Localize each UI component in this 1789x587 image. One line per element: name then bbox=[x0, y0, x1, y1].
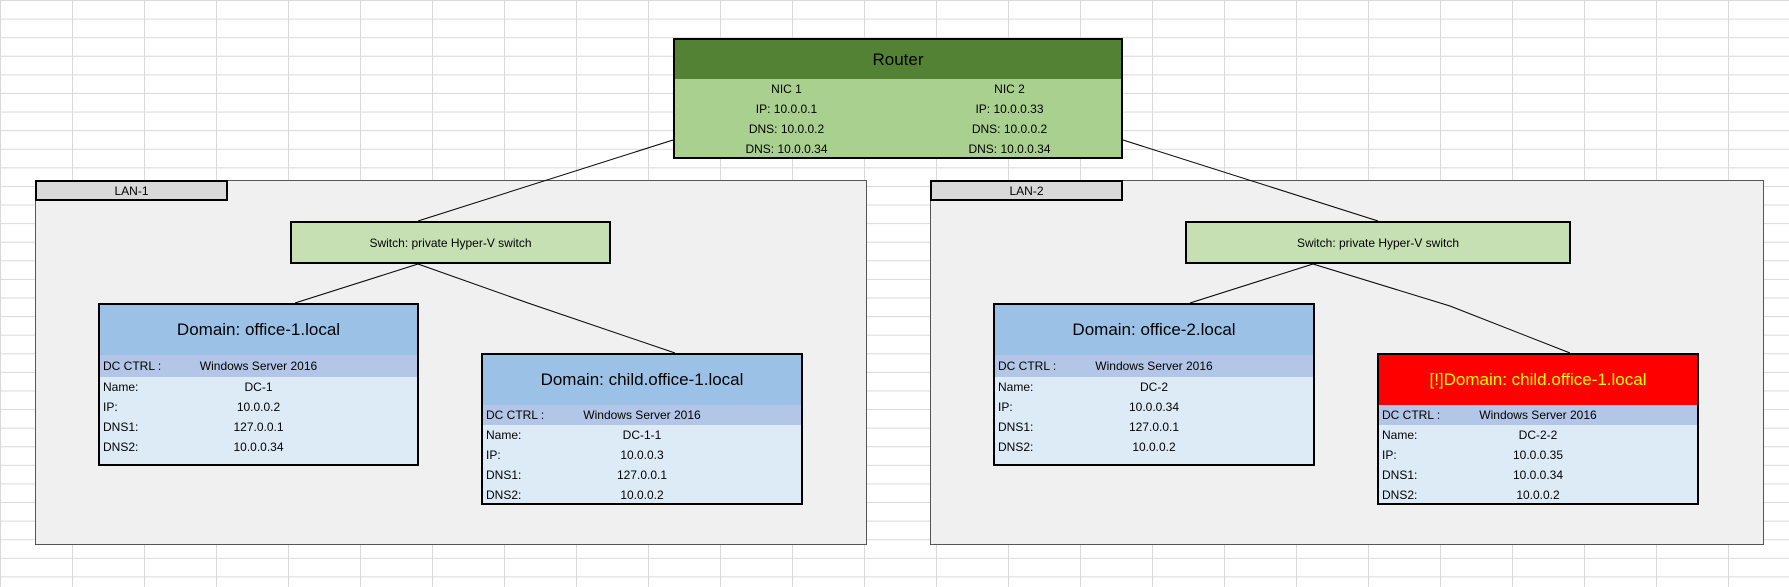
dc-dns1-value: 10.0.0.34 bbox=[1512, 468, 1564, 482]
nic2-name: NIC 2 bbox=[994, 82, 1025, 96]
dc-ctrl-value: Windows Server 2016 bbox=[583, 408, 701, 422]
router-to-lan2-switch-line bbox=[1122, 139, 1379, 222]
lan1-switch-to-dc1-1-line bbox=[417, 263, 676, 354]
dc-dns2-value: 10.0.0.2 bbox=[1516, 488, 1560, 502]
dc-ctrl-value: Windows Server 2016 bbox=[1095, 359, 1213, 373]
dc-dns1-value: 127.0.0.1 bbox=[1128, 420, 1180, 434]
nic2-ip: IP: 10.0.0.33 bbox=[975, 102, 1044, 116]
nic2-dns2: DNS: 10.0.0.34 bbox=[968, 142, 1051, 156]
dc-title: Domain: child.office-1.local bbox=[483, 355, 801, 405]
dc-ip-row: IP: 10.0.0.2 bbox=[100, 397, 417, 417]
dc-child-office-1-warning: [!]Domain: child.office-1.local DC CTRL … bbox=[1377, 353, 1699, 505]
dc-title: Domain: office-2.local bbox=[995, 305, 1313, 355]
dc-title: Domain: office-1.local bbox=[100, 305, 417, 355]
dc-dns2-row: DNS2: 10.0.0.2 bbox=[1379, 485, 1697, 503]
dc-dns1-row: DNS1: 127.0.0.1 bbox=[483, 465, 801, 485]
dc-office-2: Domain: office-2.local DC CTRL : Windows … bbox=[993, 303, 1315, 466]
nic1-dns2: DNS: 10.0.0.34 bbox=[745, 142, 828, 156]
dc-ctrl-row: DC CTRL : Windows Server 2016 bbox=[483, 405, 801, 425]
dc-name-value: DC-1-1 bbox=[622, 428, 662, 442]
dc-title-warning: [!]Domain: child.office-1.local bbox=[1379, 355, 1697, 405]
dc-dns2-value: 10.0.0.2 bbox=[620, 488, 664, 502]
dc-ctrl-row: DC CTRL : Windows Server 2016 bbox=[100, 355, 417, 377]
dc-ip-row: IP: 10.0.0.34 bbox=[995, 397, 1313, 417]
dc-ctrl-value: Windows Server 2016 bbox=[199, 359, 318, 373]
nic1-ip: IP: 10.0.0.1 bbox=[755, 102, 818, 116]
dc-office-1: Domain: office-1.local DC CTRL : Windows … bbox=[98, 303, 419, 466]
dc-name-row: Name: DC-1-1 bbox=[483, 425, 801, 445]
dc-ip-value: 10.0.0.3 bbox=[620, 448, 664, 462]
dc-dns2-row: DNS2: 10.0.0.34 bbox=[100, 437, 417, 457]
router-box: Router NIC 1 IP: 10.0.0.1 DNS: 10.0.0.2 … bbox=[673, 38, 1123, 159]
dc-dns1-value: 127.0.0.1 bbox=[616, 468, 668, 482]
router-nic1: NIC 1 IP: 10.0.0.1 DNS: 10.0.0.2 DNS: 10… bbox=[675, 79, 898, 159]
dc-ctrl-row: DC CTRL : Windows Server 2016 bbox=[1379, 405, 1697, 425]
dc-name-row: Name: DC-2-2 bbox=[1379, 425, 1697, 445]
dc-dns1-row: DNS1: 10.0.0.34 bbox=[1379, 465, 1697, 485]
dc-dns1-value: 127.0.0.1 bbox=[233, 420, 284, 434]
dc-ip-row: IP: 10.0.0.3 bbox=[483, 445, 801, 465]
dc-ip-row: IP: 10.0.0.35 bbox=[1379, 445, 1697, 465]
router-to-lan1-switch-line bbox=[417, 139, 674, 222]
dc-name-row: Name: DC-1 bbox=[100, 377, 417, 397]
lan2-switch-to-dc2-2-line bbox=[1312, 263, 1571, 354]
dc-name-row: Name: DC-2 bbox=[995, 377, 1313, 397]
nic1-dns1: DNS: 10.0.0.2 bbox=[748, 122, 825, 136]
router-title: Router bbox=[675, 40, 1121, 79]
lan1-switch: Switch: private Hyper-V switch bbox=[290, 221, 611, 264]
lan1-switch-to-dc1-line bbox=[294, 263, 419, 304]
dc-ip-value: 10.0.0.34 bbox=[1128, 400, 1180, 414]
nic2-dns1: DNS: 10.0.0.2 bbox=[971, 122, 1048, 136]
dc-ip-value: 10.0.0.2 bbox=[236, 400, 281, 414]
dc-ctrl-row: DC CTRL : Windows Server 2016 bbox=[995, 355, 1313, 377]
dc-name-value: DC-1 bbox=[244, 380, 273, 394]
lan2-switch: Switch: private Hyper-V switch bbox=[1185, 221, 1571, 264]
dc-name-value: DC-2-2 bbox=[1518, 428, 1558, 442]
dc-dns2-row: DNS2: 10.0.0.2 bbox=[995, 437, 1313, 457]
dc-dns2-value: 10.0.0.2 bbox=[1132, 440, 1176, 454]
lan2-switch-to-dc2-line bbox=[1189, 263, 1314, 304]
dc-dns2-value: 10.0.0.34 bbox=[233, 440, 284, 454]
router-nic2: NIC 2 IP: 10.0.0.33 DNS: 10.0.0.2 DNS: 1… bbox=[898, 79, 1121, 159]
dc-name-value: DC-2 bbox=[1139, 380, 1168, 394]
dc-child-office-1: Domain: child.office-1.local DC CTRL : Wi… bbox=[481, 353, 803, 505]
dc-dns1-row: DNS1: 127.0.0.1 bbox=[995, 417, 1313, 437]
dc-dns2-row: DNS2: 10.0.0.2 bbox=[483, 485, 801, 503]
dc-ctrl-value: Windows Server 2016 bbox=[1479, 408, 1597, 422]
dc-dns1-row: DNS1: 127.0.0.1 bbox=[100, 417, 417, 437]
nic1-name: NIC 1 bbox=[771, 82, 802, 96]
dc-ip-value: 10.0.0.35 bbox=[1512, 448, 1564, 462]
